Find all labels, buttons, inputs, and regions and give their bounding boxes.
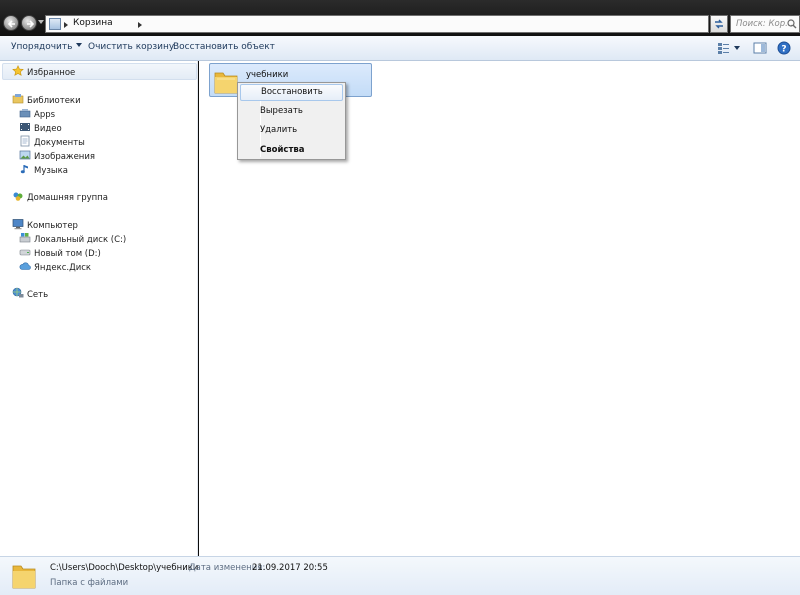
sidebar-item-label: Apps bbox=[34, 110, 56, 120]
svg-text:?: ? bbox=[781, 45, 786, 55]
video-library-icon bbox=[20, 123, 30, 131]
address-bar[interactable]: Корзина bbox=[45, 15, 709, 33]
organize-button[interactable]: Упорядочить bbox=[11, 42, 83, 52]
sidebar-item-apps[interactable]: Apps bbox=[19, 107, 55, 121]
search-icon bbox=[787, 19, 797, 29]
organize-label: Упорядочить bbox=[11, 42, 73, 52]
preview-pane-icon[interactable] bbox=[753, 41, 767, 55]
sidebar-item-favorites[interactable]: Избранное bbox=[12, 65, 75, 79]
computer-icon bbox=[12, 219, 24, 230]
sidebar-item-label: Музыка bbox=[34, 166, 68, 176]
forward-arrow-icon bbox=[27, 20, 35, 28]
folder-large-icon bbox=[12, 565, 36, 589]
context-menu-properties[interactable]: Свойства bbox=[240, 142, 343, 159]
item-path: C:\Users\Dooch\Desktop\учебники bbox=[50, 563, 199, 573]
details-pane: C:\Users\Dooch\Desktop\учебники Дата изм… bbox=[0, 556, 800, 595]
window-top-bar: Корзина Поиск: Кор... bbox=[0, 0, 800, 36]
sidebar-item-label: Компьютер bbox=[27, 221, 78, 231]
homegroup-icon bbox=[13, 192, 23, 201]
cloud-icon bbox=[19, 262, 31, 270]
context-menu-cut[interactable]: Вырезать bbox=[240, 103, 343, 120]
view-dropdown-chevron-icon[interactable] bbox=[734, 46, 740, 50]
star-icon bbox=[12, 65, 24, 76]
forward-button[interactable] bbox=[21, 15, 37, 31]
sidebar-item-libraries[interactable]: Библиотеки bbox=[12, 93, 81, 107]
folder-icon bbox=[214, 72, 238, 94]
sidebar-item-label: Изображения bbox=[34, 152, 96, 162]
recent-pages-chevron-icon[interactable] bbox=[38, 20, 44, 24]
apps-library-icon bbox=[19, 109, 31, 118]
network-icon bbox=[12, 287, 24, 298]
refresh-icon bbox=[715, 19, 723, 29]
sidebar-item-pictures[interactable]: Изображения bbox=[19, 149, 95, 163]
sidebar-item-label: Новый том (D:) bbox=[34, 249, 101, 259]
breadcrumb-recycle-bin[interactable]: Корзина bbox=[73, 18, 113, 28]
sidebar-item-label: Документы bbox=[34, 138, 85, 148]
documents-library-icon bbox=[20, 135, 30, 147]
back-arrow-icon bbox=[7, 20, 15, 28]
sidebar-item-local-disk-c[interactable]: Локальный диск (C:) bbox=[19, 232, 126, 246]
sidebar-item-label: Сеть bbox=[27, 290, 49, 300]
navigation-pane: Избранное Библиотеки Apps Видео Документ… bbox=[0, 61, 198, 556]
sidebar-item-new-volume-d[interactable]: Новый том (D:) bbox=[19, 246, 101, 260]
music-library-icon bbox=[20, 165, 28, 174]
context-menu-delete[interactable]: Удалить bbox=[240, 122, 343, 139]
dropdown-caret-icon bbox=[76, 43, 83, 47]
breadcrumb-separator-icon[interactable] bbox=[138, 22, 142, 28]
context-menu: Восстановить Вырезать Удалить Свойства bbox=[237, 82, 346, 160]
folder-name: учебники bbox=[246, 70, 289, 80]
sidebar-item-label: Локальный диск (C:) bbox=[34, 235, 127, 245]
libraries-icon bbox=[12, 94, 24, 104]
context-menu-restore[interactable]: Восстановить bbox=[240, 84, 343, 101]
refresh-button[interactable] bbox=[710, 15, 728, 33]
help-icon[interactable]: ? bbox=[777, 41, 791, 55]
empty-recycle-bin-button[interactable]: Очистить корзину bbox=[88, 42, 174, 52]
sidebar-item-label: Видео bbox=[34, 124, 62, 134]
back-button[interactable] bbox=[3, 15, 19, 31]
search-placeholder: Поиск: Кор... bbox=[736, 19, 794, 29]
sidebar-item-yandex-disk[interactable]: Яндекс.Диск bbox=[19, 260, 91, 274]
sidebar-item-label: Яндекс.Диск bbox=[34, 263, 92, 273]
modified-date-value: 21.09.2017 20:55 bbox=[252, 563, 328, 573]
restore-item-button[interactable]: Восстановить объект bbox=[173, 42, 275, 52]
item-type: Папка с файлами bbox=[50, 578, 129, 588]
system-drive-icon bbox=[19, 233, 31, 243]
view-options-icon[interactable] bbox=[717, 41, 731, 55]
sidebar-item-computer[interactable]: Компьютер bbox=[12, 218, 78, 232]
sidebar-item-label: Избранное bbox=[27, 68, 76, 78]
recycle-bin-small-icon bbox=[49, 18, 61, 30]
breadcrumb-separator-icon[interactable] bbox=[64, 22, 68, 28]
sidebar-item-label: Домашняя группа bbox=[27, 193, 108, 203]
drive-icon bbox=[19, 249, 31, 256]
sidebar-item-label: Библиотеки bbox=[27, 96, 81, 106]
pictures-library-icon bbox=[19, 150, 31, 160]
sidebar-item-homegroup[interactable]: Домашняя группа bbox=[12, 190, 108, 204]
command-bar: Упорядочить Очистить корзину Восстановит… bbox=[0, 36, 800, 61]
sidebar-item-network[interactable]: Сеть bbox=[12, 287, 48, 301]
search-input[interactable]: Поиск: Кор... bbox=[730, 15, 800, 33]
sidebar-item-music[interactable]: Музыка bbox=[19, 163, 68, 177]
sidebar-item-documents[interactable]: Документы bbox=[19, 135, 85, 149]
sidebar-item-video[interactable]: Видео bbox=[19, 121, 62, 135]
